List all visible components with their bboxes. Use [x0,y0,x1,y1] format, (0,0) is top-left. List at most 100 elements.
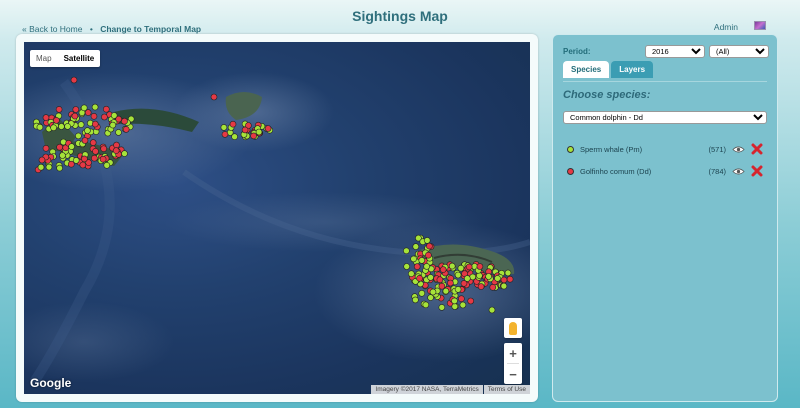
eye-icon[interactable] [732,145,745,154]
sperm-whale-sighting-marker[interactable] [423,237,431,244]
dolphin-sighting-marker[interactable] [100,145,107,152]
sperm-whale-sighting-marker[interactable] [403,263,411,270]
sperm-whale-sighting-marker[interactable] [448,262,456,270]
tab-layers[interactable]: Layers [611,61,654,78]
dolphin-sighting-marker[interactable] [92,120,99,128]
dolphin-sighting-marker[interactable] [241,126,249,134]
dolphin-sighting-marker[interactable] [71,112,79,120]
dolphin-sighting-marker[interactable] [113,141,120,149]
sperm-whale-sighting-marker[interactable] [469,273,477,281]
sperm-whale-sighting-marker[interactable] [485,273,492,280]
sperm-whale-sighting-marker[interactable] [418,290,426,297]
sperm-whale-sighting-marker[interactable] [255,128,263,136]
sperm-whale-sighting-marker[interactable] [64,123,71,130]
sperm-whale-sighting-marker[interactable] [45,163,53,171]
dolphin-sighting-marker[interactable] [115,115,122,123]
dolphin-sighting-marker[interactable] [413,263,421,270]
dolphin-sighting-marker[interactable] [500,276,508,284]
dolphin-sighting-marker[interactable] [56,143,63,151]
change-to-temporal-map-link[interactable]: Change to Temporal Map [100,24,201,34]
dolphin-sighting-marker[interactable] [112,147,120,154]
sperm-whale-sighting-marker[interactable] [77,121,85,128]
sperm-whale-sighting-marker[interactable] [220,124,228,131]
year-select[interactable]: 2016 [645,45,705,58]
sperm-whale-sighting-marker[interactable] [56,164,63,172]
sperm-whale-sighting-marker[interactable] [500,282,508,290]
sperm-whale-sighting-marker[interactable] [91,103,99,111]
dolphin-sighting-marker[interactable] [264,125,272,132]
sperm-whale-sighting-marker[interactable] [68,143,75,150]
sperm-whale-sighting-marker[interactable] [37,163,45,171]
dolphin-sighting-marker[interactable] [476,263,484,270]
dolphin-sighting-marker[interactable] [38,156,46,164]
dolphin-sighting-marker[interactable] [91,154,98,162]
sperm-whale-sighting-marker[interactable] [410,255,417,263]
dolphin-sighting-marker[interactable] [221,131,229,138]
dolphin-sighting-marker[interactable] [489,284,497,291]
remove-x-icon[interactable] [751,143,763,155]
sperm-whale-sighting-marker[interactable] [457,264,465,272]
language-flag-icon[interactable] [754,21,766,30]
dolphin-sighting-marker[interactable] [70,76,78,84]
tab-species[interactable]: Species [563,61,610,78]
sperm-whale-sighting-marker[interactable] [459,301,467,309]
sperm-whale-sighting-marker[interactable] [121,150,128,157]
sperm-whale-sighting-marker[interactable] [407,270,415,277]
dolphin-sighting-marker[interactable] [90,113,98,120]
sperm-whale-sighting-marker[interactable] [442,287,450,295]
admin-user-link[interactable]: Admin [714,22,738,32]
dolphin-sighting-marker[interactable] [458,295,465,303]
species-select[interactable]: Common dolphin - Dd [563,111,767,124]
back-to-home-link[interactable]: « Back to Home [22,24,82,34]
zoom-out-button[interactable]: − [504,364,522,384]
dolphin-sighting-marker[interactable] [72,106,80,113]
dolphin-sighting-marker[interactable] [425,251,432,259]
sperm-whale-sighting-marker[interactable] [451,303,459,310]
sperm-whale-sighting-marker[interactable] [454,271,462,279]
dolphin-sighting-marker[interactable] [53,117,60,124]
zoom-in-button[interactable]: + [504,343,522,363]
dolphin-sighting-marker[interactable] [426,242,433,250]
sperm-whale-sighting-marker[interactable] [418,257,426,264]
dolphin-sighting-marker[interactable] [121,117,128,125]
dolphin-sighting-marker[interactable] [99,155,107,163]
dolphin-sighting-marker[interactable] [250,132,257,140]
sperm-whale-sighting-marker[interactable] [423,263,431,270]
period-filter-select[interactable]: (All) [709,45,769,58]
sperm-whale-sighting-marker[interactable] [504,269,512,277]
dolphin-sighting-marker[interactable] [81,137,89,144]
satellite-map[interactable]: Map Satellite + − Google Imagery ©2017 N… [24,42,530,394]
dolphin-sighting-marker[interactable] [467,297,475,305]
eye-icon[interactable] [732,167,745,176]
dolphin-sighting-marker[interactable] [67,160,75,168]
dolphin-sighting-marker[interactable] [55,106,63,113]
sperm-whale-sighting-marker[interactable] [36,123,44,131]
dolphin-sighting-marker[interactable] [42,114,50,121]
dolphin-sighting-marker[interactable] [465,263,473,271]
terms-of-use-link[interactable]: Terms of Use [483,385,530,394]
dolphin-sighting-marker[interactable] [210,93,218,101]
sperm-whale-sighting-marker[interactable] [115,129,122,136]
dolphin-sighting-marker[interactable] [477,283,485,290]
sperm-whale-sighting-marker[interactable] [412,243,420,250]
street-view-pegman-icon[interactable] [504,318,522,338]
sperm-whale-sighting-marker[interactable] [80,104,88,112]
map-type-satellite-button[interactable]: Satellite [58,50,101,67]
dolphin-sighting-marker[interactable] [436,276,444,283]
dolphin-sighting-marker[interactable] [101,113,108,121]
dolphin-sighting-marker[interactable] [92,148,99,155]
dolphin-sighting-marker[interactable] [438,282,446,290]
map-type-map-button[interactable]: Map [30,50,58,67]
sperm-whale-sighting-marker[interactable] [476,272,483,279]
sperm-whale-sighting-marker[interactable] [58,123,65,130]
sperm-whale-sighting-marker[interactable] [438,304,446,311]
sperm-whale-sighting-marker[interactable] [84,127,91,134]
dolphin-sighting-marker[interactable] [103,105,110,113]
dolphin-sighting-marker[interactable] [416,275,423,282]
sperm-whale-sighting-marker[interactable] [454,286,462,293]
sperm-whale-sighting-marker[interactable] [427,274,434,281]
sperm-whale-sighting-marker[interactable] [50,124,57,131]
dolphin-sighting-marker[interactable] [229,120,237,128]
sperm-whale-sighting-marker[interactable] [231,133,238,140]
remove-x-icon[interactable] [751,165,763,177]
